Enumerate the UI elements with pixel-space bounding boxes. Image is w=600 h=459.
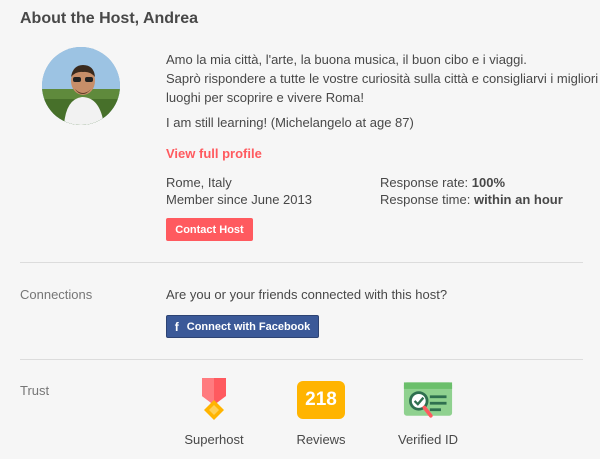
response-time-label: Response time:	[380, 192, 471, 207]
response-time: Response time: within an hour	[380, 192, 563, 207]
connect-facebook-button[interactable]: f Connect with Facebook	[166, 315, 319, 338]
divider	[20, 359, 583, 360]
connections-label: Connections	[20, 287, 93, 302]
section-title: About the Host, Andrea	[20, 10, 199, 27]
divider	[20, 262, 583, 263]
contact-host-button[interactable]: Contact Host	[166, 218, 253, 241]
connections-question: Are you or your friends connected with t…	[166, 287, 448, 302]
superhost-badge[interactable]: Superhost	[174, 378, 254, 447]
reviews-label: Reviews	[296, 432, 346, 447]
host-location: Rome, Italy	[166, 175, 232, 190]
view-full-profile-link[interactable]: View full profile	[166, 146, 262, 161]
response-time-value: within an hour	[473, 192, 563, 207]
reviews-badge[interactable]: 218 Reviews	[281, 380, 361, 447]
reviews-count-icon: 218	[296, 380, 346, 420]
host-quote: I am still learning! (Michelangelo at ag…	[166, 115, 414, 130]
response-rate-value: 100%	[471, 175, 506, 190]
host-photo	[42, 47, 120, 125]
response-rate-label: Response rate:	[380, 175, 469, 190]
bio-line: Amo la mia città, l'arte, la buona music…	[166, 52, 527, 67]
reviews-count: 218	[297, 381, 345, 419]
facebook-icon: f	[174, 319, 179, 334]
host-bio: Amo la mia città, l'arte, la buona music…	[166, 50, 599, 107]
response-rate: Response rate: 100%	[380, 175, 505, 190]
trust-label: Trust	[20, 383, 50, 398]
verified-id-badge[interactable]: Verified ID	[388, 380, 468, 447]
superhost-medal-icon	[189, 378, 239, 420]
host-avatar[interactable]	[42, 47, 120, 125]
bio-line: Saprò rispondere a tutte le vostre curio…	[166, 71, 599, 86]
connect-facebook-label: Connect with Facebook	[186, 320, 311, 333]
verified-id-icon	[403, 380, 453, 420]
member-since: Member since June 2013	[166, 192, 312, 207]
verified-id-label: Verified ID	[398, 432, 458, 447]
bio-line: luoghi per scoprire e vivere Roma!	[166, 90, 364, 105]
superhost-label: Superhost	[184, 432, 244, 447]
